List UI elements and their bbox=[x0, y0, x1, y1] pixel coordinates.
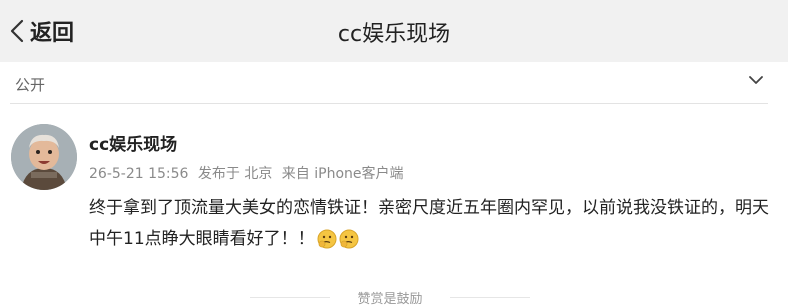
post-location: 发布于 北京 bbox=[197, 166, 273, 182]
thinking-face-icon bbox=[339, 229, 359, 260]
hint-line-right bbox=[450, 297, 530, 298]
post-text: 终于拿到了顶流量大美女的恋情铁证！亲密尺度近五年圈内罕见，以前说我没铁证的，明天… bbox=[89, 198, 769, 249]
post-meta: 26-5-21 15:56 发布于 北京 来自 iPhone客户端 bbox=[89, 163, 409, 183]
top-bar: 返回 cc娱乐现场 bbox=[0, 0, 788, 62]
visibility-selector[interactable]: 公开 bbox=[0, 62, 788, 104]
post-time: 26-5-21 15:56 bbox=[89, 166, 189, 182]
hint-line-left bbox=[250, 297, 330, 298]
reward-hint: 赞赏是鼓励 bbox=[250, 288, 530, 305]
post-body: 终于拿到了顶流量大美女的恋情铁证！亲密尺度近五年圈内罕见，以前说我没铁证的，明天… bbox=[89, 193, 779, 260]
reward-hint-text: 赞赏是鼓励 bbox=[351, 292, 429, 305]
author-name[interactable]: cc娱乐现场 bbox=[89, 130, 177, 155]
avatar[interactable] bbox=[11, 124, 77, 190]
chevron-down-icon bbox=[749, 76, 763, 84]
visibility-label: 公开 bbox=[15, 76, 46, 94]
divider bbox=[10, 103, 768, 104]
thinking-face-icon bbox=[317, 229, 337, 260]
post-source: 来自 iPhone客户端 bbox=[281, 166, 404, 182]
page-title: cc娱乐现场 bbox=[337, 22, 451, 47]
